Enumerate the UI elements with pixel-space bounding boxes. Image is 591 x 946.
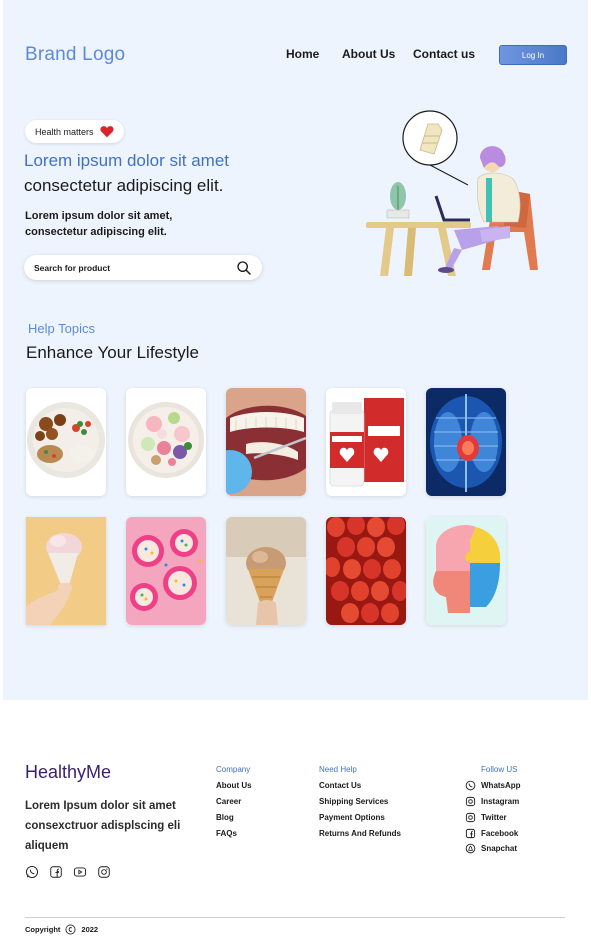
salad-bowl-image bbox=[126, 388, 206, 496]
nav-home[interactable]: Home bbox=[286, 47, 319, 61]
footer-link-faqs[interactable]: FAQs bbox=[216, 829, 237, 838]
follow-instagram[interactable]: Instagram bbox=[465, 796, 519, 807]
footer-link-career[interactable]: Career bbox=[216, 797, 241, 806]
instagram-icon[interactable] bbox=[97, 865, 111, 879]
donuts-image bbox=[126, 517, 206, 625]
follow-facebook-label: Facebook bbox=[481, 829, 519, 838]
search-bar[interactable] bbox=[24, 255, 262, 280]
footer-link-contact-us[interactable]: Contact Us bbox=[319, 781, 361, 790]
follow-twitter[interactable]: Twitter bbox=[465, 812, 507, 823]
login-button[interactable]: Log In bbox=[499, 45, 567, 65]
topics-heading: Enhance Your Lifestyle bbox=[26, 343, 199, 362]
facebook-icon[interactable] bbox=[49, 865, 63, 879]
ice-cream-cone-image bbox=[26, 517, 106, 625]
hero-subtitle: Lorem ipsum dolor sit amet, consectetur … bbox=[25, 210, 173, 238]
follow-facebook[interactable]: Facebook bbox=[465, 828, 518, 839]
gelato-image bbox=[226, 517, 306, 625]
footer-brand[interactable]: HealthyMe bbox=[25, 762, 111, 783]
snapchat-icon bbox=[465, 843, 476, 854]
follow-heading: Follow US bbox=[481, 765, 518, 774]
footer-social-row bbox=[25, 865, 111, 879]
topic-card-strawberries[interactable] bbox=[326, 517, 406, 625]
topic-card-healthy-food[interactable] bbox=[26, 388, 106, 496]
copyright-year: 2022 bbox=[81, 925, 99, 934]
footer-link-shipping[interactable]: Shipping Services bbox=[319, 797, 388, 806]
need-help-heading: Need Help bbox=[319, 765, 357, 774]
topic-card-ice-cream-cone[interactable] bbox=[26, 517, 106, 625]
youtube-icon[interactable] bbox=[73, 865, 87, 879]
heart-icon bbox=[99, 126, 114, 138]
follow-twitter-label: Twitter bbox=[481, 813, 507, 822]
brand-logo[interactable]: Brand Logo bbox=[25, 44, 125, 66]
search-input[interactable] bbox=[34, 262, 236, 273]
twitter-icon bbox=[465, 812, 476, 823]
footer-link-about-us[interactable]: About Us bbox=[216, 781, 252, 790]
topic-card-supplements[interactable] bbox=[326, 388, 406, 496]
healthy-food-image bbox=[26, 388, 106, 496]
search-icon[interactable] bbox=[236, 260, 252, 276]
nav-contact-us[interactable]: Contact us bbox=[413, 47, 475, 61]
company-heading: Company bbox=[216, 765, 251, 774]
cardiology-image bbox=[426, 388, 506, 496]
footer-description: Lorem Ipsum dolor sit amet consexctruor … bbox=[25, 800, 181, 852]
copyright-icon bbox=[65, 924, 76, 935]
facebook-icon bbox=[465, 828, 476, 839]
strawberries-image bbox=[326, 517, 406, 625]
follow-instagram-label: Instagram bbox=[481, 797, 520, 806]
supplements-image bbox=[326, 388, 406, 496]
doctor-illustration bbox=[366, 110, 538, 276]
topic-card-salad-bowl[interactable] bbox=[126, 388, 206, 496]
page: Brand Logo Home About Us Contact us Log … bbox=[3, 0, 588, 946]
follow-snapchat[interactable]: Snapchat bbox=[465, 843, 517, 854]
topic-card-gelato[interactable] bbox=[226, 517, 306, 625]
topic-card-dental[interactable] bbox=[226, 388, 306, 496]
footer-link-blog[interactable]: Blog bbox=[216, 813, 234, 822]
whatsapp-icon bbox=[465, 780, 476, 791]
whatsapp-icon[interactable] bbox=[25, 865, 39, 879]
pill-label: Health matters bbox=[35, 126, 94, 137]
mental-health-image bbox=[426, 517, 506, 625]
hero-title-line2: consectetur adipiscing elit. bbox=[24, 176, 224, 195]
hero-title-line1: Lorem ipsum dolor sit amet bbox=[24, 151, 230, 170]
follow-whatsapp-label: WhatsApp bbox=[481, 781, 521, 790]
footer-divider bbox=[25, 917, 565, 918]
follow-snapchat-label: Snapchat bbox=[481, 844, 518, 853]
help-topics-kicker: Help Topics bbox=[28, 321, 95, 336]
topic-card-mental-health[interactable] bbox=[426, 517, 506, 625]
dental-image bbox=[226, 388, 306, 496]
topic-card-cardiology[interactable] bbox=[426, 388, 506, 496]
health-matters-pill: Health matters bbox=[25, 120, 124, 143]
topic-card-donuts[interactable] bbox=[126, 517, 206, 625]
copyright: Copyright 2022 bbox=[25, 924, 98, 935]
follow-whatsapp[interactable]: WhatsApp bbox=[465, 780, 521, 791]
footer-link-returns[interactable]: Returns And Refunds bbox=[319, 829, 401, 838]
nav-about-us[interactable]: About Us bbox=[342, 47, 395, 61]
copyright-label: Copyright bbox=[25, 925, 61, 934]
footer-link-payment[interactable]: Payment Options bbox=[319, 813, 385, 822]
instagram-icon bbox=[465, 796, 476, 807]
